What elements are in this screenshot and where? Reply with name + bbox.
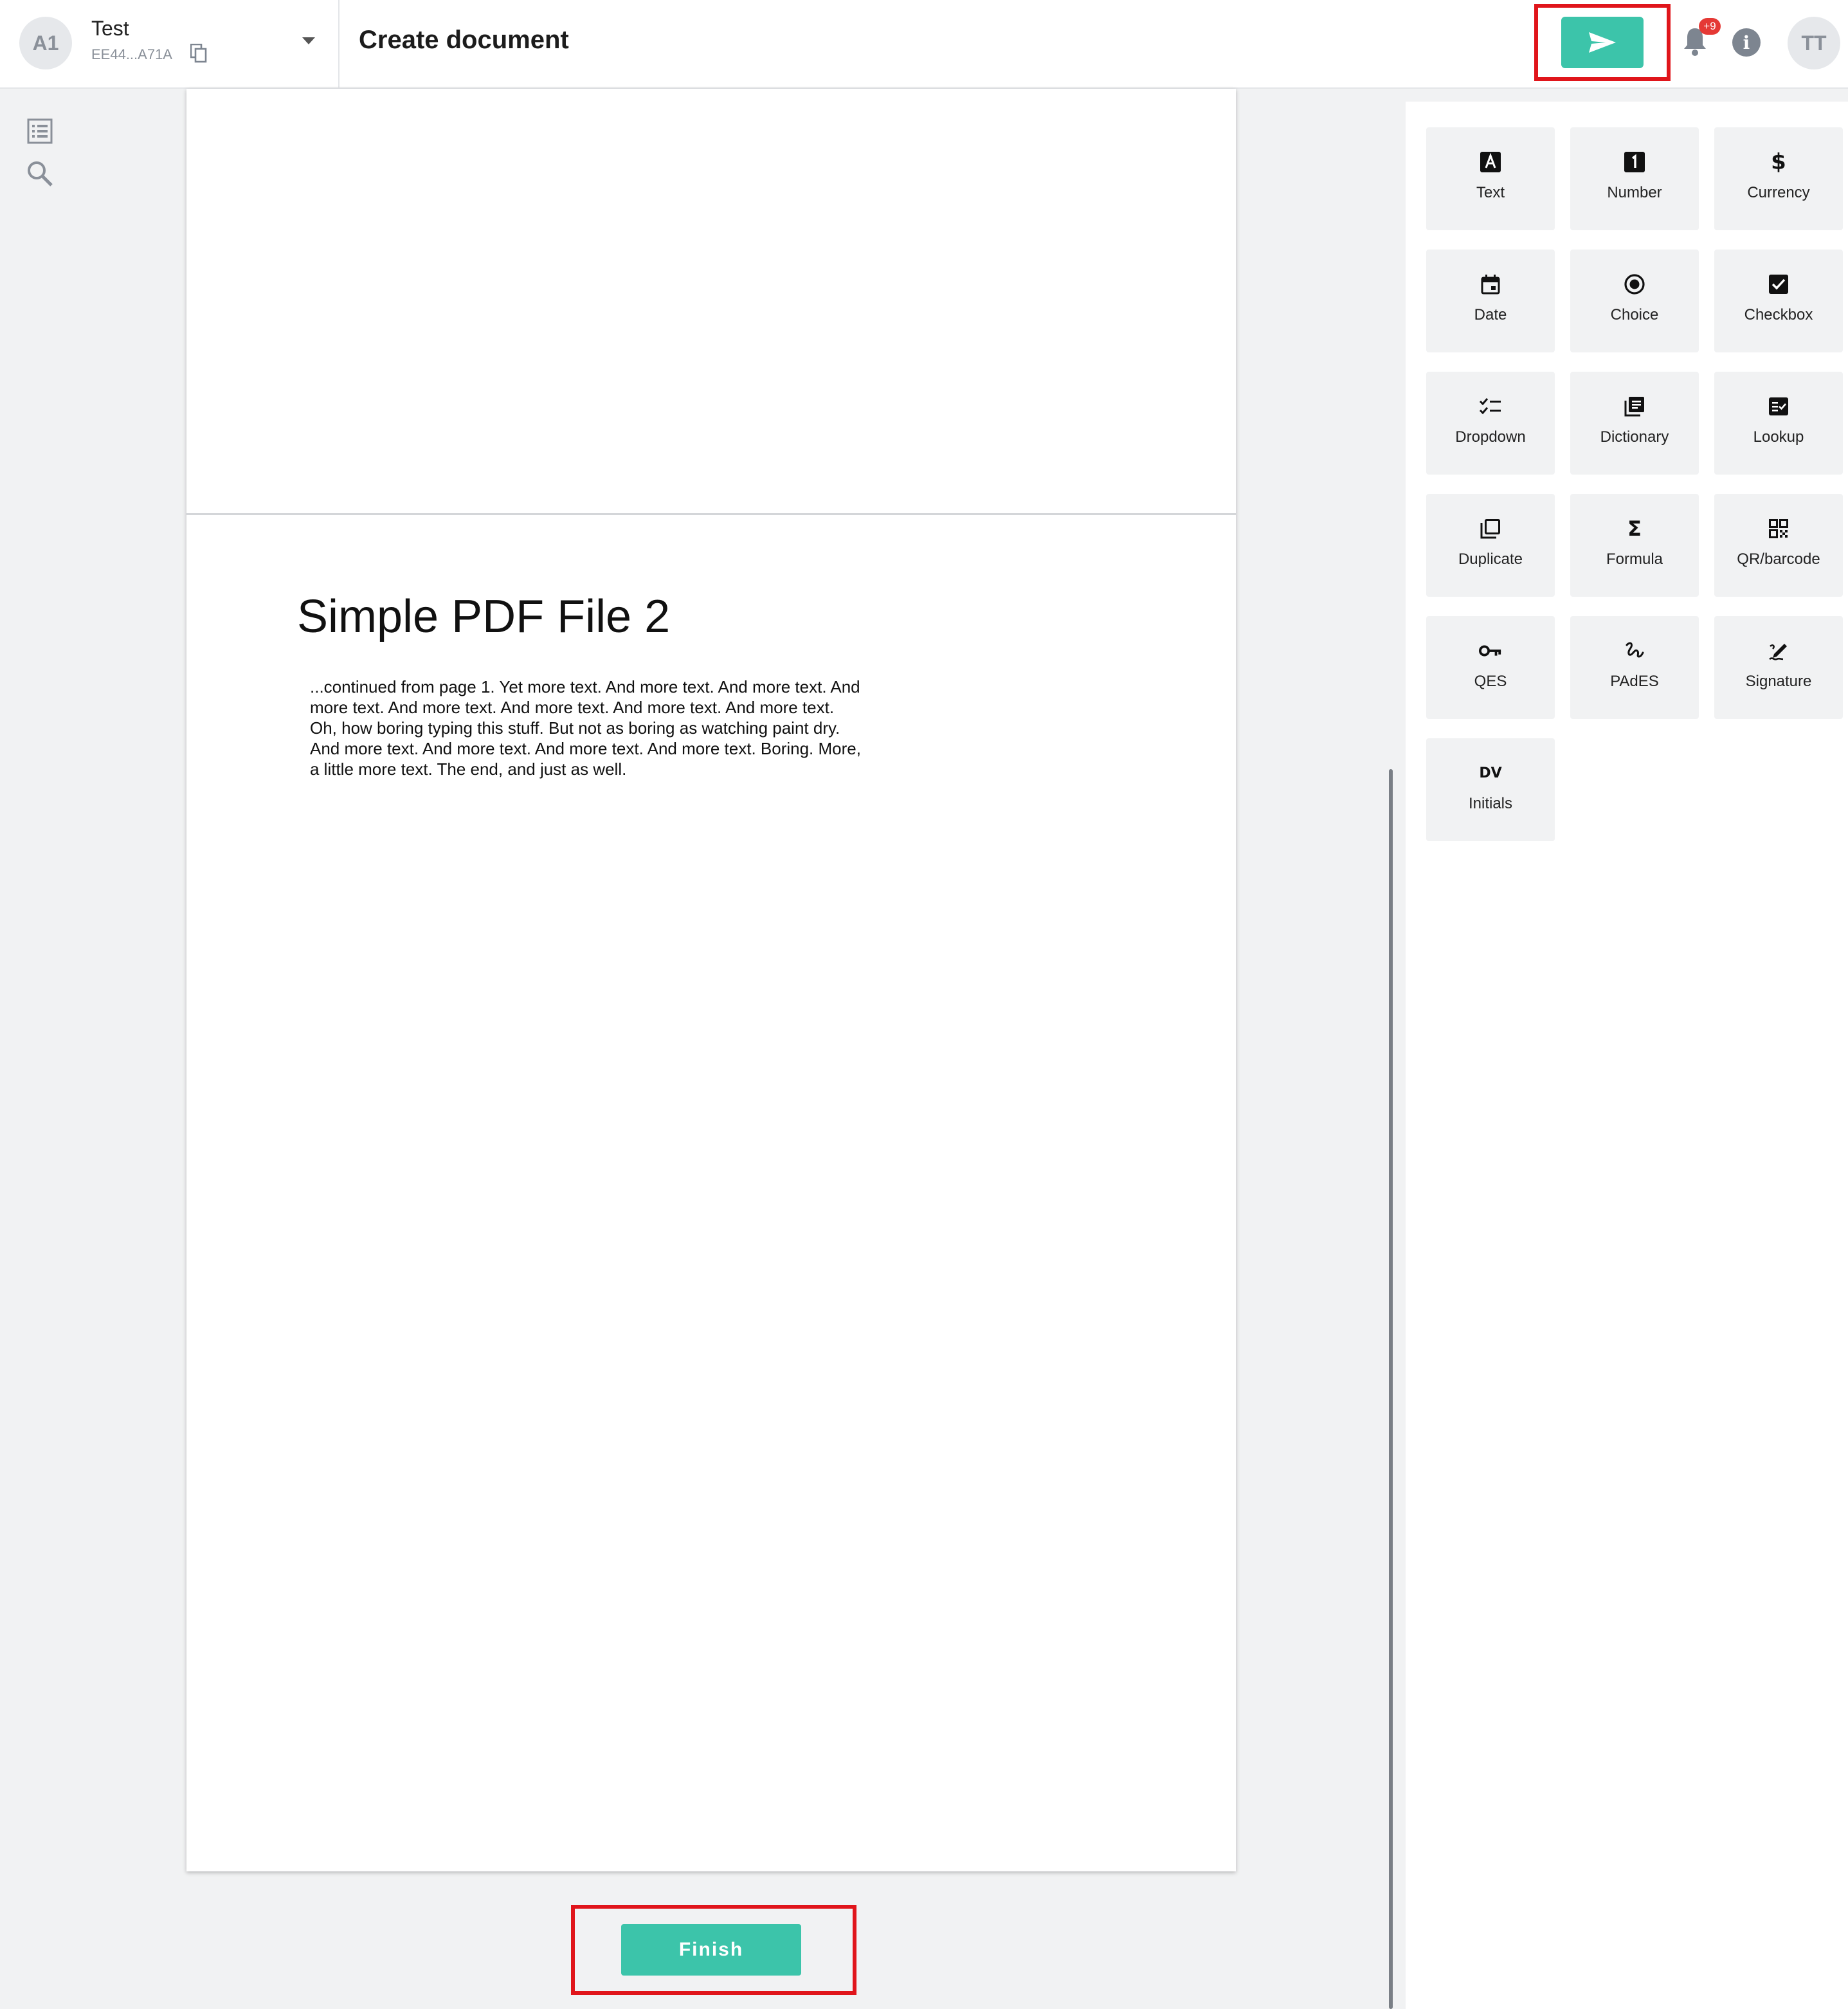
field-text[interactable]: Text <box>1426 127 1555 230</box>
field-duplicate[interactable]: Duplicate <box>1426 494 1555 597</box>
page-title: Create document <box>359 26 569 54</box>
field-label: Checkbox <box>1744 306 1813 323</box>
document-page[interactable]: Simple PDF File 2 ...continued from page… <box>186 89 1236 1871</box>
initials-icon: DV <box>1479 765 1502 781</box>
field-label: Formula <box>1606 550 1663 568</box>
send-highlight-box <box>1534 4 1671 81</box>
key-icon <box>1479 639 1502 662</box>
field-dictionary[interactable]: Dictionary <box>1570 372 1699 475</box>
field-label: Initials <box>1468 795 1513 812</box>
account-switcher[interactable]: A1 Test EE44...A71A <box>0 0 340 87</box>
currency-icon: $ <box>1771 149 1786 175</box>
field-label: QR/barcode <box>1737 550 1820 568</box>
checklist-icon <box>1479 395 1502 418</box>
finish-button[interactable]: Finish <box>621 1924 801 1976</box>
field-dropdown[interactable]: Dropdown <box>1426 372 1555 475</box>
field-formula[interactable]: Σ Formula <box>1570 494 1699 597</box>
page-divider <box>186 513 1236 515</box>
field-qes[interactable]: QES <box>1426 616 1555 719</box>
duplicate-icon <box>1479 517 1502 540</box>
left-rail <box>0 89 77 2009</box>
library-icon <box>1623 395 1646 418</box>
field-label: Number <box>1607 184 1662 201</box>
field-label: Duplicate <box>1458 550 1523 568</box>
pdf-paragraph: ...continued from page 1. Yet more text.… <box>310 677 861 779</box>
account-id: EE44...A71A <box>91 46 172 62</box>
field-label: Signature <box>1745 673 1812 690</box>
field-currency[interactable]: $ Currency <box>1714 127 1843 230</box>
field-label: Text <box>1476 184 1505 201</box>
checkbox-icon <box>1767 273 1790 296</box>
scrollbar[interactable] <box>1389 769 1393 2009</box>
notification-badge: +9 <box>1699 18 1721 35</box>
field-label: Lookup <box>1753 428 1804 446</box>
text-icon <box>1479 150 1502 174</box>
field-label: PAdES <box>1610 673 1659 690</box>
field-checkbox[interactable]: Checkbox <box>1714 250 1843 352</box>
signature-scribble-icon <box>1623 639 1646 662</box>
field-label: QES <box>1474 673 1507 690</box>
field-initials[interactable]: DV Initials <box>1426 738 1555 841</box>
field-label: Date <box>1474 306 1507 323</box>
calendar-icon <box>1479 273 1502 296</box>
info-icon[interactable]: i <box>1732 28 1761 57</box>
user-avatar[interactable]: TT <box>1788 17 1840 69</box>
lookup-icon <box>1767 395 1790 418</box>
copy-icon[interactable] <box>190 44 207 63</box>
search-icon[interactable] <box>24 158 55 189</box>
field-label: Dropdown <box>1455 428 1526 446</box>
radio-icon <box>1623 273 1646 296</box>
field-lookup[interactable]: Lookup <box>1714 372 1843 475</box>
chevron-down-icon[interactable] <box>302 37 315 44</box>
field-number[interactable]: Number <box>1570 127 1699 230</box>
account-name: Test <box>91 17 129 40</box>
pen-signature-icon <box>1767 639 1790 662</box>
pdf-title: Simple PDF File 2 <box>297 591 671 642</box>
field-label: Choice <box>1610 306 1659 323</box>
qr-icon <box>1767 517 1790 540</box>
field-label: Currency <box>1747 184 1810 201</box>
field-pades[interactable]: PAdES <box>1570 616 1699 719</box>
number-icon <box>1623 150 1646 174</box>
field-date[interactable]: Date <box>1426 250 1555 352</box>
field-label: Dictionary <box>1600 428 1669 446</box>
list-icon[interactable] <box>24 116 55 147</box>
field-palette: Text Number $ Currency Date Choice Check… <box>1406 102 1848 2009</box>
account-avatar[interactable]: A1 <box>19 17 72 69</box>
sigma-icon: Σ <box>1627 516 1642 541</box>
field-choice[interactable]: Choice <box>1570 250 1699 352</box>
field-signature[interactable]: Signature <box>1714 616 1843 719</box>
field-qr-barcode[interactable]: QR/barcode <box>1714 494 1843 597</box>
top-bar: A1 Test EE44...A71A Create document +9 i… <box>0 0 1848 89</box>
